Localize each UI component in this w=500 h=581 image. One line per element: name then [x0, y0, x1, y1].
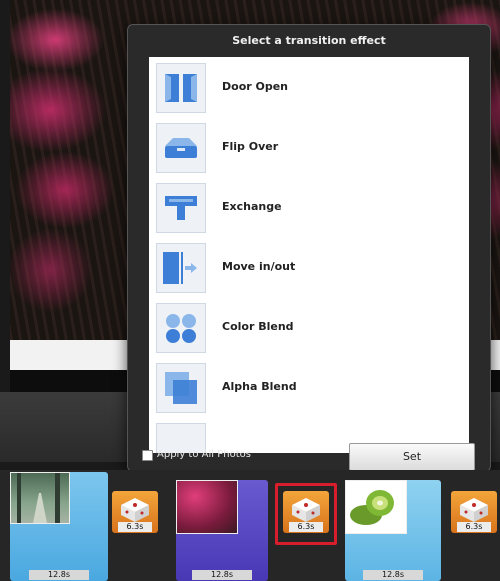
effect-exchange[interactable]: Exchange: [149, 177, 469, 238]
popup-title: Select a transition effect: [232, 34, 386, 47]
transition-clip[interactable]: 6.3s: [451, 491, 497, 533]
slideshow-editor: Select a transition effect Door Open Fli…: [0, 0, 500, 581]
photo-clip-pink-trees[interactable]: 12.8s: [176, 480, 268, 581]
apply-to-all-label: Apply to All Photos: [157, 449, 251, 460]
photo-clip-kiwi[interactable]: 12.8s: [345, 480, 441, 581]
photo-duration: 12.8s: [192, 570, 252, 580]
effect-label: Color Blend: [222, 320, 294, 333]
effect-label: Move in/out: [222, 260, 296, 273]
transition-duration: 6.3s: [457, 522, 491, 532]
effect-label: Flip Over: [222, 140, 279, 153]
set-button[interactable]: Set: [349, 443, 475, 471]
door-open-icon: [156, 63, 206, 113]
photo-thumbnail: [345, 480, 407, 534]
color-blend-icon: [156, 303, 206, 353]
effect-flip-over[interactable]: Flip Over: [149, 117, 469, 178]
effect-label: Alpha Blend: [222, 380, 297, 393]
photo-thumbnail: [176, 480, 238, 534]
transition-dice-icon: [121, 498, 149, 522]
effect-door-open[interactable]: Door Open: [149, 57, 469, 118]
photo-duration: 12.8s: [363, 570, 423, 580]
transition-popup: Select a transition effect Door Open Fli…: [127, 24, 491, 472]
effect-alpha-blend[interactable]: Alpha Blend: [149, 357, 469, 418]
transition-clip[interactable]: 6.3s: [112, 491, 158, 533]
effect-label: Exchange: [222, 200, 282, 213]
transition-effect-list[interactable]: Door Open Flip Over Exchange Move in/out…: [149, 57, 469, 453]
flip-over-icon: [156, 123, 206, 173]
effect-move-in-out[interactable]: Move in/out: [149, 237, 469, 298]
alpha-blend-icon: [156, 363, 206, 413]
transition-dice-icon: [460, 498, 488, 522]
apply-to-all-checkbox[interactable]: [142, 450, 153, 461]
photo-thumbnail: [10, 472, 70, 524]
photo-duration: 12.8s: [29, 570, 89, 580]
effect-label: Door Open: [222, 80, 289, 93]
effect-color-blend[interactable]: Color Blend: [149, 297, 469, 358]
exchange-icon: [156, 183, 206, 233]
move-in-out-icon: [156, 243, 206, 293]
photo-clip-forest-road[interactable]: 12.8s: [10, 472, 108, 581]
selection-outline: [275, 483, 337, 545]
transition-duration: 6.3s: [118, 522, 152, 532]
